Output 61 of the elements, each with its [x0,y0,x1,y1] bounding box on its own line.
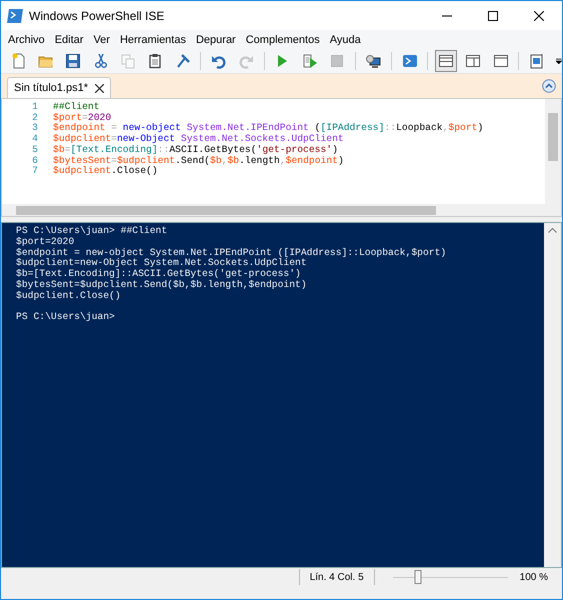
code-line: $bytesSent=$udpclient.Send($b,$b.length,$endpoint) [53,156,345,166]
close-icon[interactable] [534,10,544,20]
command-pane-icon [528,53,545,69]
cursor-position: Lín. 4 Col. 5 [310,572,364,582]
console-line: PS C:\Users\juan> [16,312,116,324]
maximize-pane-icon [492,53,509,69]
script-tab[interactable]: Sin título1.ps1* [7,77,111,98]
code-line: ##Client [53,102,101,113]
maximize-icon[interactable] [488,10,498,20]
line-number: 5 [31,144,38,156]
stop-icon [329,53,346,69]
vertical-scrollbar[interactable] [544,223,561,567]
menu-item[interactable]: Ver [88,34,115,46]
clipboard-icon [147,53,164,69]
remote-computer-icon [365,53,382,69]
menu-item[interactable]: Editar [50,34,88,46]
code-line: $endpoint = new-object System.Net.IPEndPoint ([IPAddress]::Loopback,$port) [53,123,484,134]
console-line: $port=2020 [16,236,76,248]
console-line: $b=[Text.Encoding]::ASCII.GetBytes('get-process') [16,269,302,280]
split-right-icon [465,53,482,69]
close-icon[interactable] [95,84,104,92]
code-line: $udpclient.Close() [53,166,159,177]
tab-label: Sin título1.ps1* [14,82,88,94]
line-number: 3 [31,123,38,134]
code-line: $b=[Text.Encoding]::ASCII.GetBytes('get-process') [53,144,339,156]
zoom-reading: 100 % [520,572,548,582]
collapse-icon[interactable] [542,79,556,93]
copy-icon [120,53,136,69]
menu-item[interactable]: Archivo [3,34,50,46]
broom-icon [174,53,191,69]
run-selection-icon [302,53,318,69]
console-line: $udpclient=new-Object System.Net.Sockets.UdpClient [16,258,308,269]
window-title: Windows PowerShell ISE [29,8,166,22]
menu-item[interactable]: Ayuda [324,34,366,46]
app-icon [7,8,23,22]
new-file-icon [10,53,27,69]
horizontal-scrollbar[interactable] [2,204,545,216]
console-icon [402,53,418,69]
code-line: $udpclient=new-Object System.Net.Sockets.UdpClient [53,134,345,145]
console-line: $endpoint = new-object System.Net.IPEndPoint ([IPAddress]::Loopback,$port) [16,248,448,258]
scissors-icon [92,53,109,69]
console-line: $udpclient.Close() [16,290,122,302]
menu-item[interactable]: Depurar [190,34,241,46]
undo-icon [210,53,227,69]
menu-item[interactable]: Herramientas [114,34,191,46]
split-top-icon [438,53,454,69]
scroll-up-icon[interactable] [548,227,557,233]
line-number: 4 [31,134,38,145]
vertical-scrollbar[interactable] [545,99,561,216]
line-number: 7 [31,166,38,177]
console-line: PS C:\Users\juan> ##Client [16,226,168,237]
line-number: 6 [31,156,38,166]
slider-thumb[interactable] [414,570,422,584]
menu-item[interactable]: Complementos [240,34,325,46]
code-line: $port=2020 [53,112,112,123]
console-line: $bytesSent=$udpclient.Send($b,$b.length,$endpoint) [16,280,308,291]
overflow-icon [556,58,562,64]
toolbar-button[interactable] [434,50,458,72]
line-number: 2 [31,112,38,124]
save-icon [65,53,82,69]
line-number: 1 [31,102,38,113]
